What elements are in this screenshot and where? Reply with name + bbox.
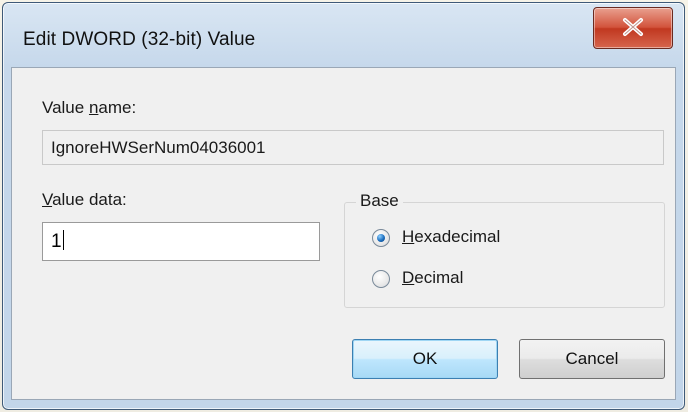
radio-selected-dot [377, 234, 385, 242]
text-caret [62, 230, 64, 250]
value-data-input[interactable]: 1 [42, 222, 320, 261]
radio-button-icon[interactable] [372, 270, 390, 288]
value-data-text: 1 [51, 231, 62, 252]
ok-button[interactable]: OK [352, 339, 498, 379]
value-name-field[interactable]: IgnoreHWSerNum04036001 [42, 130, 664, 165]
radio-hexadecimal-label: Hexadecimal [402, 227, 501, 246]
cancel-button[interactable]: Cancel [519, 339, 665, 379]
dialog-window: Edit DWORD (32-bit) Value Value name: Ig… [2, 2, 685, 410]
dialog-client-area: Value name: IgnoreHWSerNum04036001 Value… [11, 67, 676, 400]
close-icon [623, 18, 643, 36]
radio-button-icon[interactable] [372, 229, 390, 247]
value-name-label: Value name: [42, 98, 137, 117]
base-group-label: Base [356, 191, 403, 211]
window-title: Edit DWORD (32-bit) Value [23, 29, 256, 50]
base-groupbox [344, 202, 665, 308]
value-data-label: Value data: [42, 190, 127, 209]
close-button[interactable] [593, 7, 673, 49]
title-bar[interactable]: Edit DWORD (32-bit) Value [3, 3, 684, 67]
radio-decimal-label: Decimal [402, 268, 464, 287]
